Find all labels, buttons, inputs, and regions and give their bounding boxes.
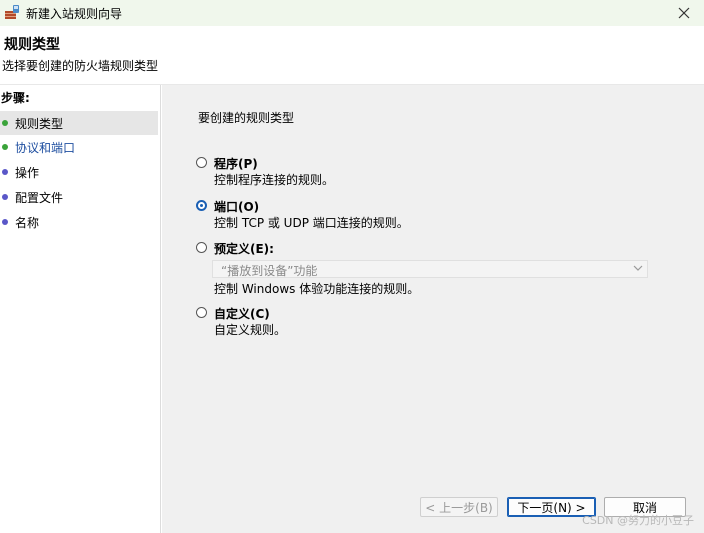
predefined-radio[interactable] bbox=[196, 242, 207, 253]
port-radio[interactable] bbox=[196, 200, 207, 211]
step-label: 规则类型 bbox=[15, 116, 64, 131]
step-status-dot bbox=[2, 144, 8, 150]
option-label: 端口(O) bbox=[214, 200, 260, 214]
steps-heading: 步骤: bbox=[1, 91, 30, 105]
firewall-wizard-icon bbox=[5, 5, 19, 19]
main-panel: 要创建的规则类型 程序(P) 控制程序连接的规则。 端口(O) 控制 TCP 或… bbox=[162, 85, 704, 533]
step-label: 操作 bbox=[15, 165, 40, 180]
step-protocol-and-ports[interactable]: 协议和端口 bbox=[0, 135, 158, 159]
step-action[interactable]: 操作 bbox=[0, 160, 158, 184]
option-description: 控制程序连接的规则。 bbox=[214, 173, 335, 187]
option-label: 自定义(C) bbox=[214, 307, 270, 321]
page-subtitle: 选择要创建的防火墙规则类型 bbox=[2, 59, 159, 73]
watermark: CSDN @努力的小豆子 bbox=[582, 514, 694, 527]
option-label: 程序(P) bbox=[214, 157, 258, 171]
steps-sidebar: 步骤: 规则类型 协议和端口 操作 配置文件 名称 bbox=[0, 85, 161, 533]
page-title: 规则类型 bbox=[4, 37, 60, 53]
program-radio[interactable] bbox=[196, 157, 207, 168]
step-status-dot bbox=[2, 169, 8, 175]
option-description: 自定义规则。 bbox=[214, 323, 287, 337]
custom-radio[interactable] bbox=[196, 307, 207, 318]
step-label: 协议和端口 bbox=[15, 140, 76, 155]
step-status-dot bbox=[2, 120, 8, 126]
step-label: 配置文件 bbox=[15, 190, 64, 205]
predefined-description: 控制 Windows 体验功能连接的规则。 bbox=[214, 282, 420, 296]
close-button[interactable] bbox=[664, 0, 704, 26]
predefined-rule-select[interactable]: “播放到设备”功能 bbox=[212, 260, 648, 278]
step-label: 名称 bbox=[15, 215, 40, 230]
step-name[interactable]: 名称 bbox=[0, 210, 158, 234]
close-icon bbox=[678, 7, 690, 19]
rule-type-heading: 要创建的规则类型 bbox=[198, 111, 295, 125]
wizard-header: 规则类型 选择要创建的防火墙规则类型 bbox=[0, 26, 704, 85]
option-label: 预定义(E): bbox=[214, 242, 274, 256]
option-description: 控制 TCP 或 UDP 端口连接的规则。 bbox=[214, 216, 409, 230]
back-button[interactable]: < 上一步(B) bbox=[420, 497, 498, 517]
predefined-select-value: “播放到设备”功能 bbox=[221, 264, 318, 278]
step-status-dot bbox=[2, 219, 8, 225]
step-rule-type[interactable]: 规则类型 bbox=[0, 111, 158, 135]
chevron-down-icon bbox=[633, 265, 643, 271]
window-title: 新建入站规则向导 bbox=[26, 7, 123, 21]
step-status-dot bbox=[2, 194, 8, 200]
step-profile[interactable]: 配置文件 bbox=[0, 185, 158, 209]
title-bar: 新建入站规则向导 bbox=[0, 0, 704, 26]
